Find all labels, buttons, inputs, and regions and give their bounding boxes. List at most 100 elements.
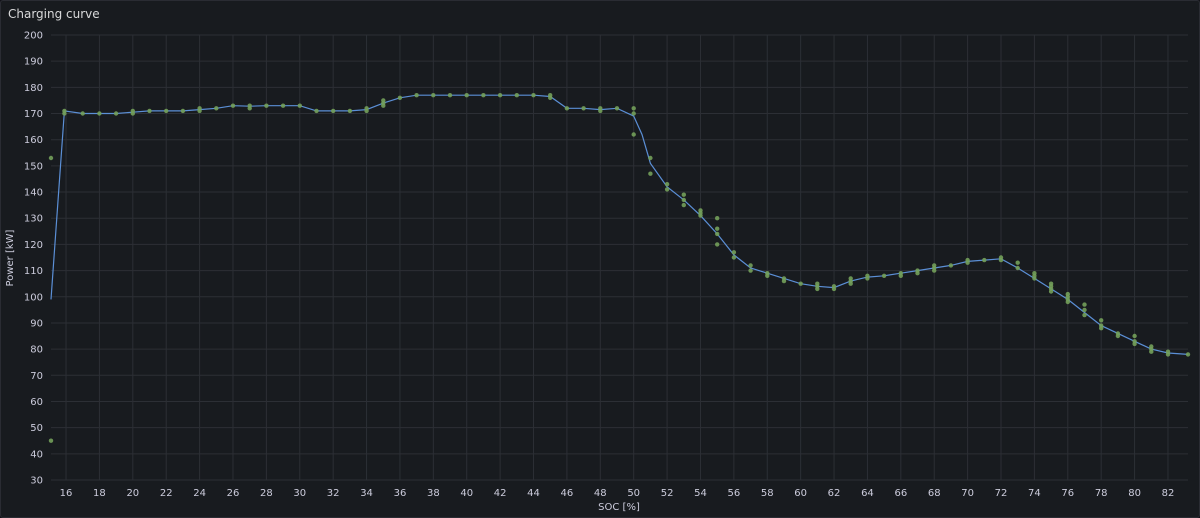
x-tick-label: 18 bbox=[93, 488, 106, 499]
data-point bbox=[598, 108, 603, 114]
data-point bbox=[581, 106, 586, 111]
x-tick-label: 82 bbox=[1162, 488, 1175, 499]
y-tick-label: 150 bbox=[24, 161, 43, 172]
data-point bbox=[965, 260, 970, 265]
data-point bbox=[1082, 302, 1087, 307]
data-point bbox=[397, 95, 403, 101]
x-tick-label: 24 bbox=[193, 488, 206, 499]
data-point bbox=[664, 182, 670, 187]
data-point bbox=[1065, 299, 1071, 305]
data-point bbox=[715, 226, 720, 231]
data-point bbox=[297, 103, 302, 108]
x-tick-label: 56 bbox=[728, 488, 741, 499]
data-point bbox=[948, 263, 954, 268]
data-point bbox=[798, 281, 803, 286]
x-tick-label: 32 bbox=[327, 488, 340, 499]
data-point bbox=[414, 93, 419, 98]
x-tick-label: 40 bbox=[460, 488, 473, 499]
data-point bbox=[1015, 265, 1020, 271]
x-tick-label: 46 bbox=[561, 488, 574, 499]
data-point bbox=[648, 171, 653, 176]
x-tick-label: 22 bbox=[160, 488, 173, 499]
data-point bbox=[664, 187, 670, 192]
data-point bbox=[681, 197, 686, 203]
data-point bbox=[1185, 352, 1191, 357]
y-axis-ticks: 30 40 50 60 70 80 90 100 110 120 130 140 150 160 170 18… bbox=[24, 31, 43, 487]
data-point bbox=[765, 273, 770, 278]
x-tick-label: 20 bbox=[126, 488, 139, 499]
data-point bbox=[1149, 349, 1154, 354]
data-point bbox=[197, 108, 202, 114]
data-point bbox=[815, 286, 820, 292]
data-point bbox=[447, 93, 453, 98]
data-point bbox=[497, 93, 503, 98]
y-tick-label: 100 bbox=[24, 292, 43, 303]
data-point bbox=[715, 216, 720, 221]
data-point bbox=[1132, 341, 1137, 347]
data-point bbox=[180, 108, 186, 114]
x-tick-label: 36 bbox=[394, 488, 407, 499]
data-point bbox=[264, 103, 269, 108]
x-tick-label: 28 bbox=[260, 488, 273, 499]
data-point bbox=[681, 192, 686, 197]
data-point bbox=[431, 93, 436, 98]
data-point bbox=[364, 108, 369, 114]
data-point bbox=[831, 286, 837, 292]
data-point bbox=[881, 273, 887, 278]
data-point bbox=[514, 93, 519, 98]
y-tick-label: 30 bbox=[30, 476, 43, 487]
x-axis-label: SOC [%] bbox=[598, 502, 640, 513]
data-point bbox=[62, 111, 67, 116]
x-tick-label: 68 bbox=[928, 488, 941, 499]
data-point bbox=[381, 103, 386, 108]
data-point bbox=[548, 95, 553, 101]
x-tick-label: 60 bbox=[794, 488, 807, 499]
x-tick-label: 74 bbox=[1028, 488, 1041, 499]
x-tick-label: 38 bbox=[427, 488, 440, 499]
y-tick-label: 190 bbox=[24, 57, 43, 68]
x-tick-label: 80 bbox=[1128, 488, 1141, 499]
y-tick-label: 120 bbox=[24, 240, 43, 251]
data-point bbox=[614, 106, 620, 111]
data-point bbox=[1082, 307, 1087, 313]
x-tick-label: 52 bbox=[661, 488, 674, 499]
data-point bbox=[731, 255, 737, 260]
charging-curve-line bbox=[50, 94, 1189, 355]
x-tick-label: 16 bbox=[60, 488, 73, 499]
x-tick-label: 62 bbox=[828, 488, 841, 499]
data-point bbox=[147, 108, 152, 114]
data-point bbox=[48, 438, 54, 443]
y-tick-label: 200 bbox=[24, 31, 43, 42]
data-point bbox=[715, 242, 720, 247]
x-tick-label: 50 bbox=[627, 488, 640, 499]
x-tick-label: 44 bbox=[527, 488, 540, 499]
data-point bbox=[347, 108, 353, 114]
x-tick-label: 26 bbox=[227, 488, 240, 499]
data-point bbox=[1032, 276, 1037, 281]
data-point bbox=[698, 210, 703, 216]
data-point bbox=[331, 108, 336, 114]
y-tick-label: 40 bbox=[30, 449, 43, 460]
data-point bbox=[748, 263, 753, 268]
data-point bbox=[631, 132, 636, 137]
y-tick-label: 130 bbox=[24, 214, 43, 225]
data-point bbox=[915, 271, 920, 276]
data-point bbox=[1115, 333, 1121, 339]
data-point bbox=[464, 93, 469, 98]
y-tick-label: 70 bbox=[30, 371, 43, 382]
data-point bbox=[932, 268, 937, 273]
data-point bbox=[80, 111, 85, 116]
data-point bbox=[848, 281, 853, 286]
data-point bbox=[982, 257, 987, 263]
data-point bbox=[531, 93, 536, 98]
data-point bbox=[631, 111, 636, 116]
x-axis-ticks: 16 18 20 22 24 26 28 30 32 34 36 38 40 42 44 46 48 50 52 54… bbox=[60, 488, 1175, 499]
y-tick-label: 60 bbox=[30, 397, 43, 408]
data-point bbox=[731, 250, 737, 255]
y-tick-label: 160 bbox=[24, 135, 43, 146]
y-tick-label: 180 bbox=[24, 83, 43, 94]
data-point bbox=[998, 257, 1004, 263]
data-point bbox=[481, 93, 486, 98]
data-point bbox=[1048, 284, 1054, 289]
x-tick-label: 34 bbox=[360, 488, 373, 499]
